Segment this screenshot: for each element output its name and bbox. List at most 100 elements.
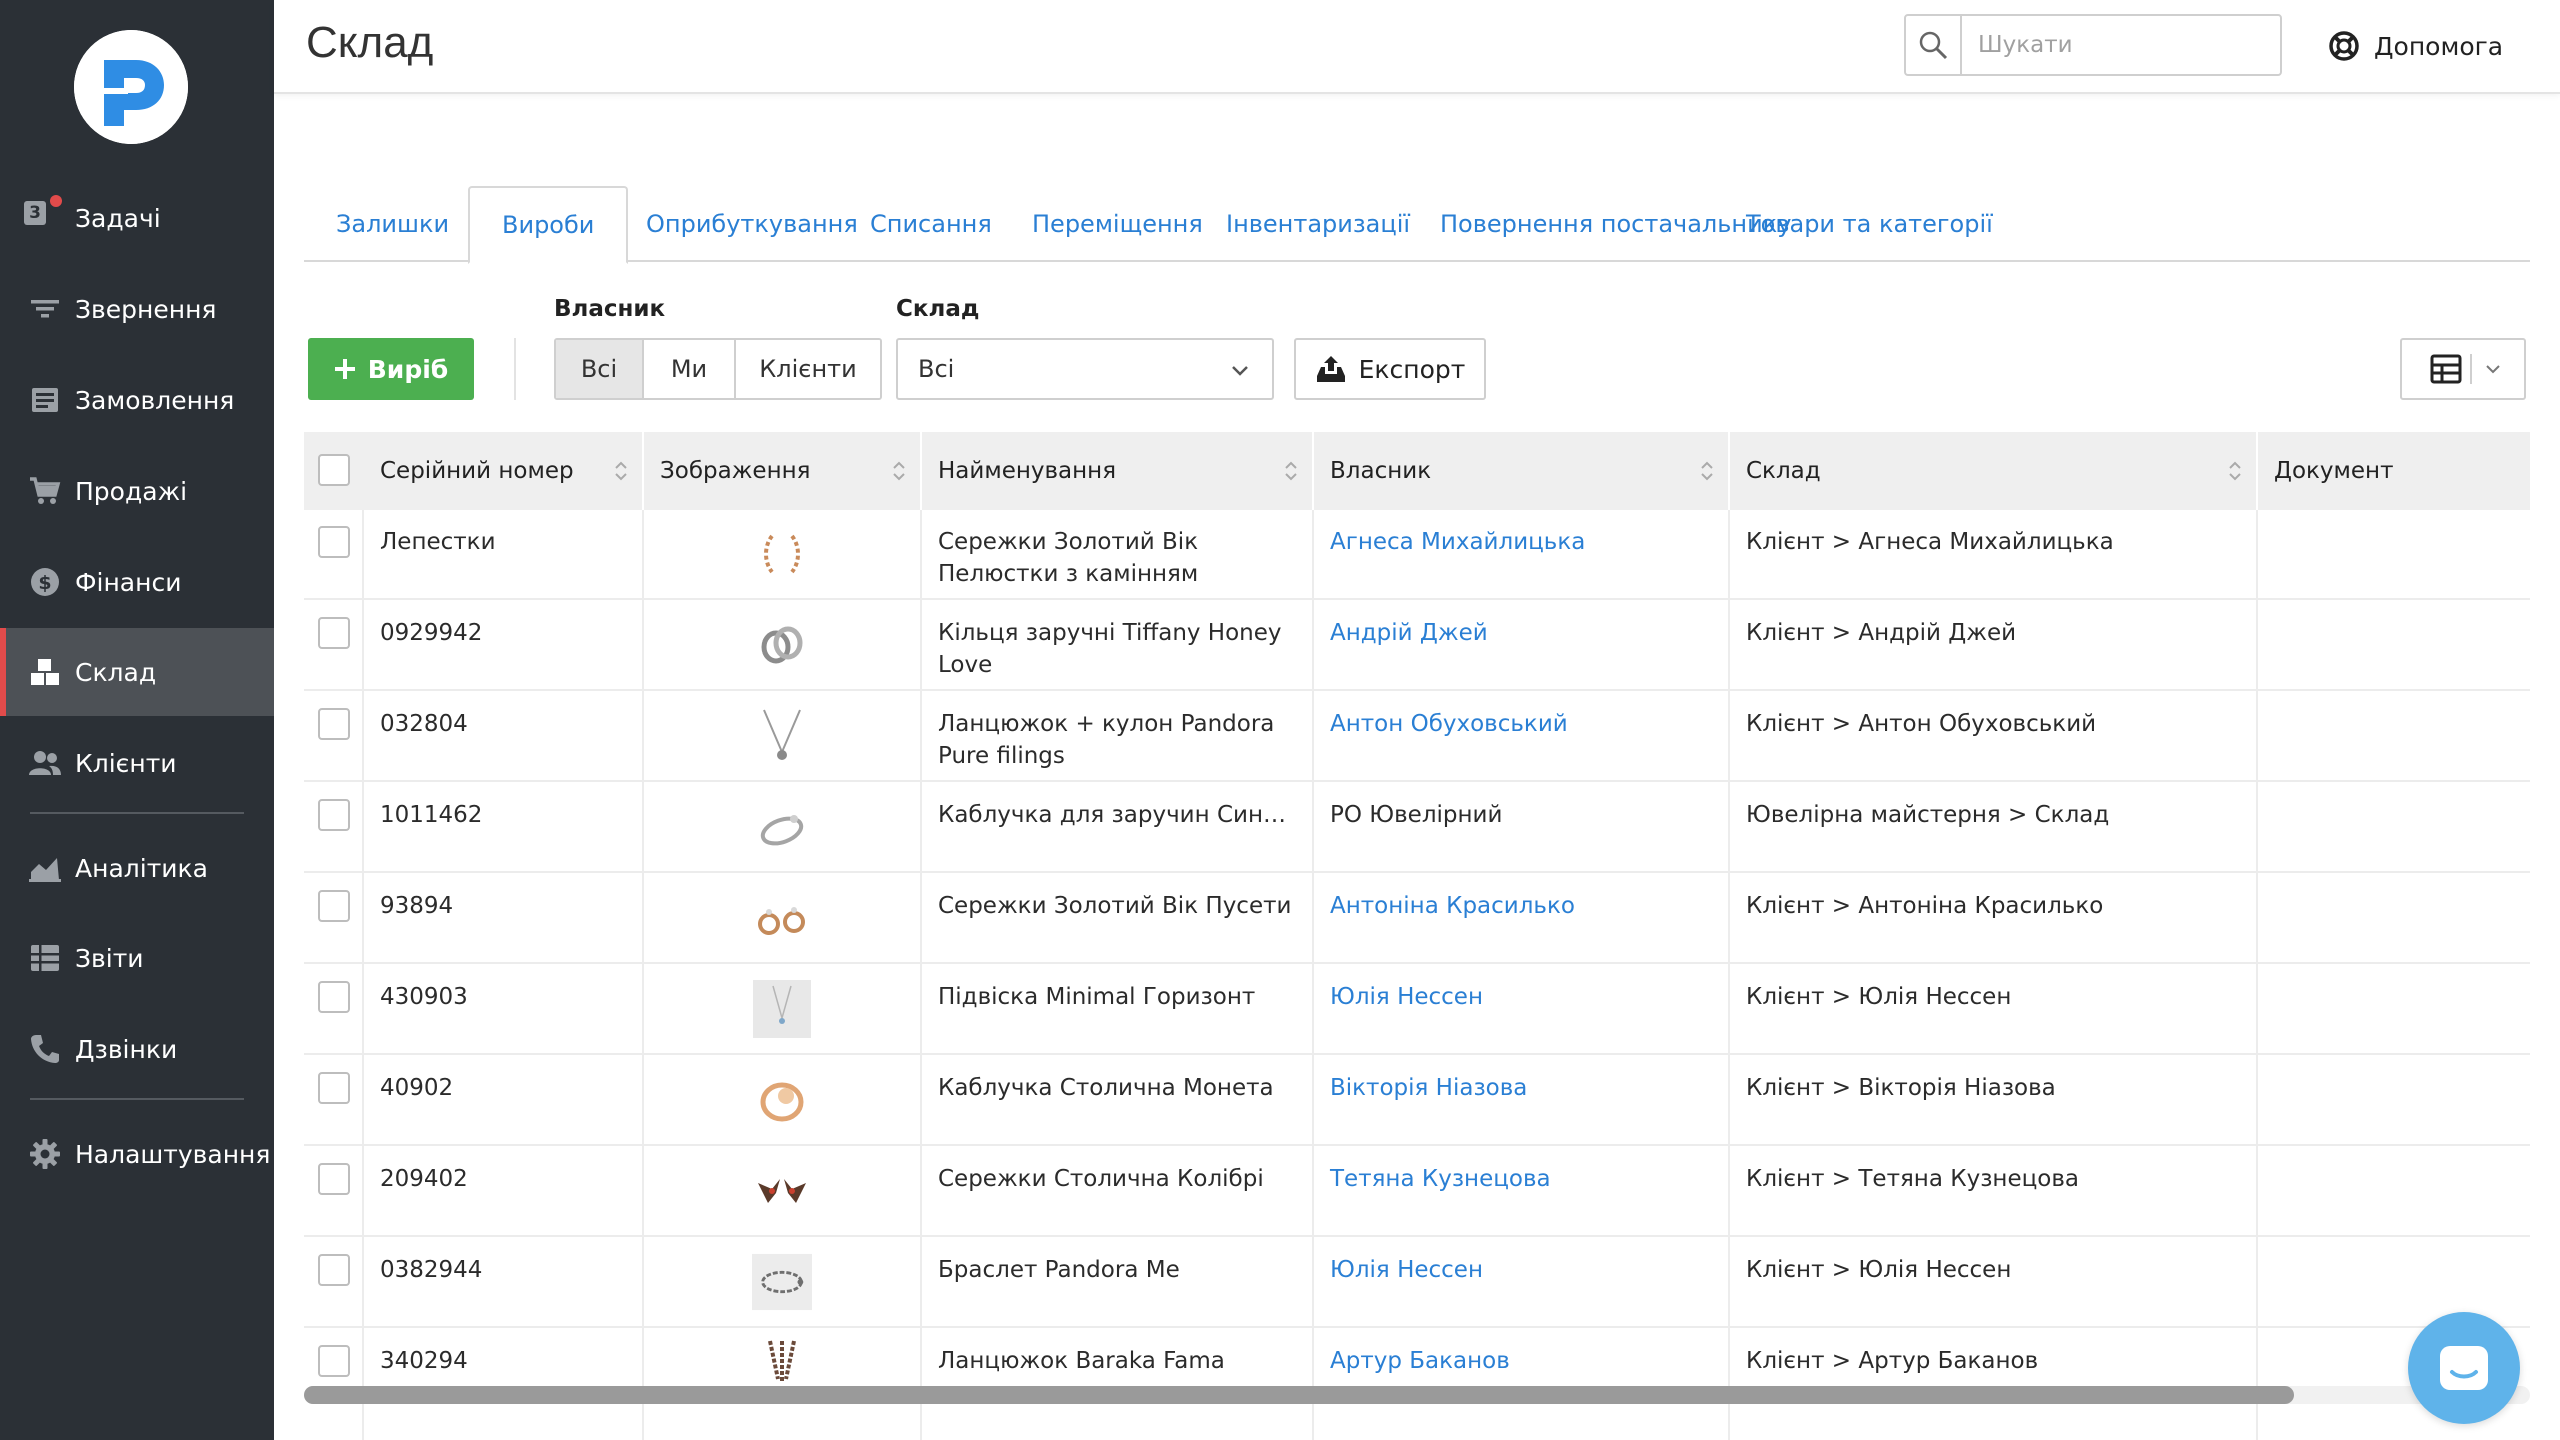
owner-option-all[interactable]: Всі [556,340,644,398]
table-row[interactable]: 340294 Ланцюжок Baraka Fama Артур Бакано… [304,1329,2530,1389]
tab-stock[interactable]: Залишки [304,186,481,262]
horizontal-scrollbar[interactable] [304,1386,2530,1404]
sidebar-item-label: Замовлення [75,385,235,415]
earrings-petals-thumbnail[interactable] [752,524,812,584]
table-row[interactable]: 0929942 Кільця заручні Tiffany Honey Lov… [304,601,2530,691]
sidebar-item-tasks[interactable]: 3 Задачі [0,174,274,262]
sidebar-item-requests[interactable]: Звернення [0,265,274,353]
serial-number-cell: 0382944 [380,1257,483,1283]
item-name-cell: Ланцюжок + кулон Pandora Pure filings [938,711,1275,769]
column-header-name[interactable]: Найменування [922,432,1314,510]
tab-products-categories[interactable]: Товари та категорії [1714,186,2025,262]
warehouse-cell: Клієнт > Юлія Нессен [1746,1257,2012,1283]
document-cell [2258,692,2530,782]
row-checkbox[interactable] [318,890,350,922]
svg-text:$: $ [38,572,51,594]
tab-items[interactable]: Вироби [468,186,629,264]
owner-link[interactable]: Андрій Джей [1314,601,1728,691]
sidebar-item-label: Звернення [75,294,217,324]
owner-link[interactable]: Вікторія Ніазова [1314,1056,1728,1146]
table-row[interactable]: 40902 Каблучка Столична Монета Вікторія … [304,1056,2530,1146]
owner-link[interactable]: Антон Обуховський [1314,692,1728,782]
search-input[interactable] [1978,32,2258,58]
area-chart-icon [28,851,62,885]
row-checkbox[interactable] [318,1072,350,1104]
logo-icon [74,30,188,144]
chat-icon [2440,1346,2488,1390]
table-row[interactable]: 430903 Підвіска Minimal Горизонт Юлія Не… [304,965,2530,1055]
warehouse-select[interactable]: Всі [896,338,1274,400]
row-checkbox[interactable] [318,981,350,1013]
serial-number-cell: 430903 [380,984,468,1010]
serial-number-cell: Лепестки [380,529,496,555]
stud-earrings-thumbnail[interactable] [752,888,812,948]
sidebar-item-clients[interactable]: Клієнти [0,719,274,807]
list-icon [28,941,62,975]
table-row[interactable]: 1011462 Каблучка для заручин Синевир l..… [304,783,2530,873]
sidebar-item-label: Фінанси [75,567,182,597]
column-header-warehouse[interactable]: Склад [1730,432,2258,510]
serial-number-cell: 209402 [380,1166,468,1192]
row-checkbox[interactable] [318,1163,350,1195]
owner-link[interactable]: Юлія Нессен [1314,1238,1728,1328]
bracelet-thumbnail[interactable] [752,1252,812,1312]
search-box[interactable] [1904,14,2282,76]
owner-link[interactable]: Агнеса Михайлицька [1314,510,1728,600]
hummingbird-earrings-thumbnail[interactable] [752,1161,812,1221]
help-button[interactable]: Допомога [2328,24,2503,68]
tab-write-offs[interactable]: Списання [838,186,1024,262]
warehouse-filter-label: Склад [896,296,980,322]
owner-link[interactable]: Тетяна Кузнецова [1314,1147,1728,1237]
sidebar-item-reports[interactable]: Звіти [0,914,274,1002]
table-row[interactable]: 209402 Сережки Столична Колібрі Тетяна К… [304,1147,2530,1237]
sidebar-item-sales[interactable]: Продажі [0,447,274,535]
document-cell [2258,1238,2530,1328]
sidebar-item-finance[interactable]: $ Фінанси [0,538,274,626]
search-icon[interactable] [1906,16,1962,74]
tab-inventories[interactable]: Інвентаризації [1194,186,1442,262]
row-checkbox[interactable] [318,708,350,740]
sort-icon [2229,461,2241,481]
engagement-ring-thumbnail[interactable] [752,797,812,857]
sidebar-item-analytics[interactable]: Аналітика [0,824,274,912]
sidebar-item-label: Звіти [75,943,144,973]
app-logo[interactable] [74,30,188,144]
chat-widget-button[interactable] [2408,1312,2520,1424]
owner-option-us[interactable]: Ми [644,340,736,398]
owner-link[interactable]: Антоніна Красилько [1314,874,1728,964]
sidebar-item-orders[interactable]: Замовлення [0,356,274,444]
owner-option-clients[interactable]: Клієнти [736,340,880,398]
owner-link[interactable]: Артур Баканов [1314,1329,1728,1389]
table-row[interactable]: 032804 Ланцюжок + кулон Pandora Pure fil… [304,692,2530,782]
sidebar-item-calls[interactable]: Дзвінки [0,1005,274,1093]
sidebar-item-label: Налаштування [75,1139,271,1169]
row-checkbox[interactable] [318,1254,350,1286]
column-header-image[interactable]: Зображення [644,432,922,510]
select-all-checkbox[interactable] [318,454,350,486]
row-checkbox[interactable] [318,799,350,831]
row-checkbox[interactable] [318,1345,350,1377]
column-header-owner[interactable]: Власник [1314,432,1730,510]
sidebar-item-warehouse[interactable]: Склад [0,628,274,716]
column-view-toggle[interactable] [2400,338,2526,400]
wedding-rings-thumbnail[interactable] [752,615,812,675]
row-checkbox[interactable] [318,526,350,558]
sort-icon [1701,461,1713,481]
table-row[interactable]: 0382944 Браслет Pandora Me Юлія Нессен К… [304,1238,2530,1328]
table-row[interactable]: Лепестки Сережки Золотий Вік Пелюстки з … [304,510,2530,600]
necklace-pendant-thumbnail[interactable] [752,706,812,766]
chain-thumbnail[interactable] [752,1339,812,1387]
column-header-serial[interactable]: Серійний номер [364,432,644,510]
sort-icon [1285,461,1297,481]
row-checkbox[interactable] [318,617,350,649]
column-header-document[interactable]: Документ [2258,432,2530,510]
coin-ring-thumbnail[interactable] [752,1070,812,1130]
sidebar-item-settings[interactable]: Налаштування [0,1110,274,1198]
pendant-horizon-thumbnail[interactable] [752,979,812,1039]
item-name-cell: Сережки Столична Колібрі [938,1166,1264,1192]
scrollbar-thumb[interactable] [304,1386,2294,1404]
table-row[interactable]: 93894 Сережки Золотий Вік Пусети Антонін… [304,874,2530,964]
export-button[interactable]: Експорт [1294,338,1486,400]
owner-link[interactable]: Юлія Нессен [1314,965,1728,1055]
add-item-button[interactable]: Виріб [308,338,474,400]
